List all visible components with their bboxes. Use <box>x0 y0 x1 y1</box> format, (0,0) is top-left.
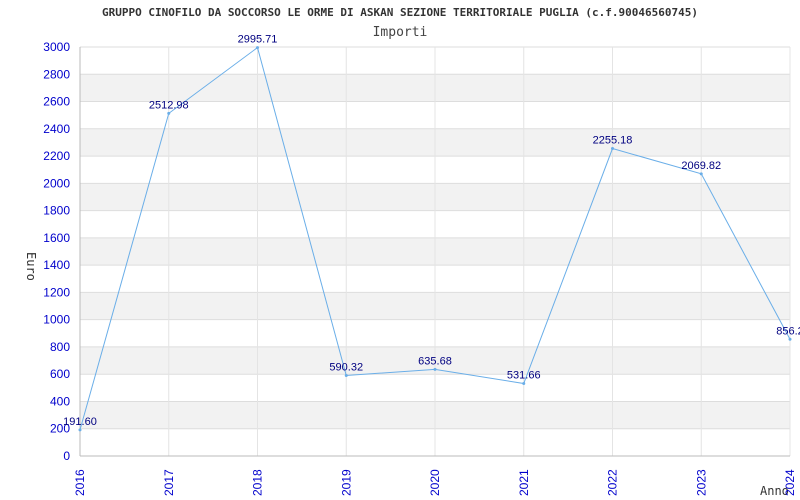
y-tick-label: 800 <box>50 340 70 354</box>
data-point <box>522 382 526 386</box>
x-tick-label: 2021 <box>517 469 531 496</box>
x-tick-label: 2017 <box>162 469 176 496</box>
y-tick-label: 1600 <box>43 231 70 245</box>
y-tick-label: 2600 <box>43 95 70 109</box>
y-tick-label: 1400 <box>43 258 70 272</box>
y-tick-label: 2400 <box>43 122 70 136</box>
data-label: 2512.98 <box>149 99 189 111</box>
y-tick-label: 400 <box>50 394 70 408</box>
data-point <box>433 367 437 371</box>
data-label: 590.32 <box>329 362 363 374</box>
line-chart: 0200400600800100012001400160018002000220… <box>43 34 800 496</box>
y-tick-label: 2200 <box>43 149 70 163</box>
data-point <box>699 172 703 176</box>
y-tick-label: 2800 <box>43 67 70 81</box>
y-tick-label: 600 <box>50 367 70 381</box>
data-label: 191.60 <box>63 416 97 428</box>
data-point <box>167 111 171 115</box>
y-tick-label: 1800 <box>43 204 70 218</box>
data-point <box>788 337 792 341</box>
data-label: 856.2 <box>776 325 800 337</box>
y-tick-label: 0 <box>63 449 70 463</box>
x-tick-label: 2023 <box>694 469 708 496</box>
y-tick-label: 3000 <box>43 40 70 54</box>
data-point <box>256 46 259 50</box>
data-point <box>344 374 348 378</box>
x-tick-label: 2022 <box>606 469 620 496</box>
x-tick-label: 2024 <box>783 469 797 496</box>
x-tick-label: 2020 <box>428 469 442 496</box>
data-label: 635.68 <box>418 355 452 367</box>
y-tick-label: 2000 <box>43 176 70 190</box>
y-tick-label: 1200 <box>43 285 70 299</box>
data-point <box>78 428 82 432</box>
data-point <box>611 147 614 151</box>
data-label: 2995.71 <box>238 34 278 46</box>
x-tick-label: 2019 <box>339 469 353 496</box>
data-label: 531.66 <box>507 370 541 382</box>
x-tick-label: 2016 <box>73 469 87 496</box>
data-label: 2069.82 <box>681 160 721 172</box>
data-label: 2255.18 <box>593 135 633 147</box>
x-tick-label: 2018 <box>251 469 265 496</box>
y-tick-label: 1000 <box>43 313 70 327</box>
